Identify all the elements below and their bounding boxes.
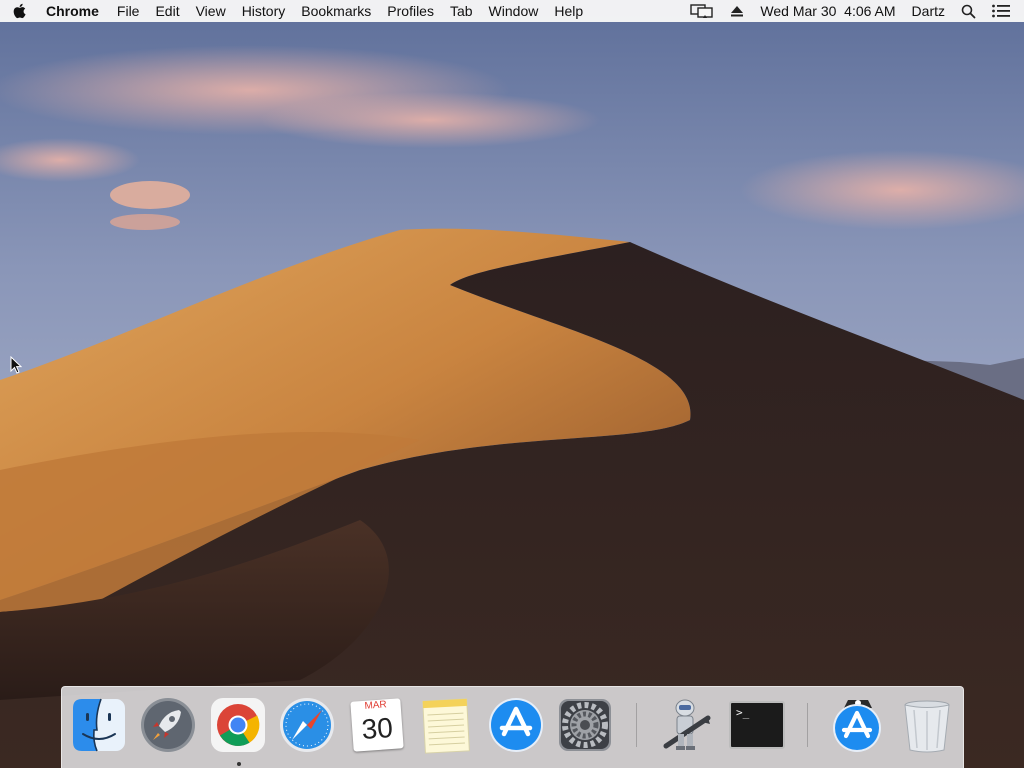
- terminal-icon: >_: [729, 701, 785, 749]
- calendar-day: 30: [360, 711, 394, 746]
- launchpad-rocket-icon: [141, 698, 195, 752]
- eject-icon[interactable]: [722, 0, 752, 22]
- dock-item-terminal[interactable]: Terminal >_: [727, 696, 785, 756]
- menu-profiles[interactable]: Profiles: [379, 0, 442, 22]
- trash-icon: [904, 700, 950, 753]
- dock-item-notes[interactable]: Notes: [417, 696, 475, 756]
- dock-item-app-store-installer[interactable]: App Store Installer: [828, 696, 886, 756]
- dock-item-automator[interactable]: Automator: [658, 696, 716, 756]
- safari-compass-icon: [280, 698, 334, 752]
- dock-item-trash[interactable]: Trash: [898, 696, 956, 756]
- menu-bookmarks[interactable]: Bookmarks: [293, 0, 379, 22]
- display-mirroring-icon[interactable]: [682, 0, 722, 22]
- app-store-icon: [489, 698, 543, 752]
- dock-item-safari[interactable]: Safari: [278, 696, 336, 756]
- dock-item-label: Calendar: [348, 696, 349, 697]
- system-preferences-gear-icon: [559, 699, 611, 751]
- menubar-clock[interactable]: Wed Mar 30 4:06 AM: [752, 0, 903, 22]
- menu-file[interactable]: File: [109, 0, 148, 22]
- finder-icon: [73, 698, 125, 752]
- terminal-prompt: >_: [736, 706, 750, 719]
- menu-bar: Chrome File Edit View History Bookmarks …: [0, 0, 1024, 22]
- dock-item-calendar[interactable]: Calendar MAR 30: [348, 696, 406, 756]
- dock-item-chrome[interactable]: Google Chrome: [209, 696, 267, 756]
- mouse-pointer-icon: [10, 356, 22, 374]
- menu-edit[interactable]: Edit: [147, 0, 187, 22]
- user-switcher[interactable]: Dartz: [904, 0, 953, 22]
- apple-menu-icon[interactable]: [0, 0, 40, 22]
- automator-robot-icon: [663, 699, 711, 750]
- dock: Finder Launchpad Google Chrome: [61, 686, 964, 768]
- dock-separator: [807, 703, 808, 747]
- dock-item-app-store[interactable]: App Store: [487, 696, 545, 756]
- app-name-menu[interactable]: Chrome: [40, 0, 109, 22]
- dock-item-finder[interactable]: Finder: [70, 696, 128, 756]
- chrome-icon: [211, 698, 265, 752]
- dock-item-label: Terminal: [727, 696, 728, 697]
- notes-icon: [422, 698, 470, 754]
- chrome-running-indicator: [237, 762, 241, 766]
- menu-tab[interactable]: Tab: [442, 0, 481, 22]
- calendar-icon: MAR 30: [350, 698, 404, 752]
- dock-item-system-preferences[interactable]: System Preferences: [556, 696, 614, 756]
- dock-item-launchpad[interactable]: Launchpad: [139, 696, 197, 756]
- desktop-wallpaper: [0, 0, 1024, 768]
- menu-help[interactable]: Help: [546, 0, 591, 22]
- dock-separator: [636, 703, 637, 747]
- menu-window[interactable]: Window: [481, 0, 547, 22]
- menu-history[interactable]: History: [234, 0, 294, 22]
- app-store-installer-icon: [833, 700, 881, 752]
- menu-view[interactable]: View: [188, 0, 234, 22]
- spotlight-search-icon[interactable]: [953, 0, 984, 22]
- notification-center-icon[interactable]: [984, 0, 1024, 22]
